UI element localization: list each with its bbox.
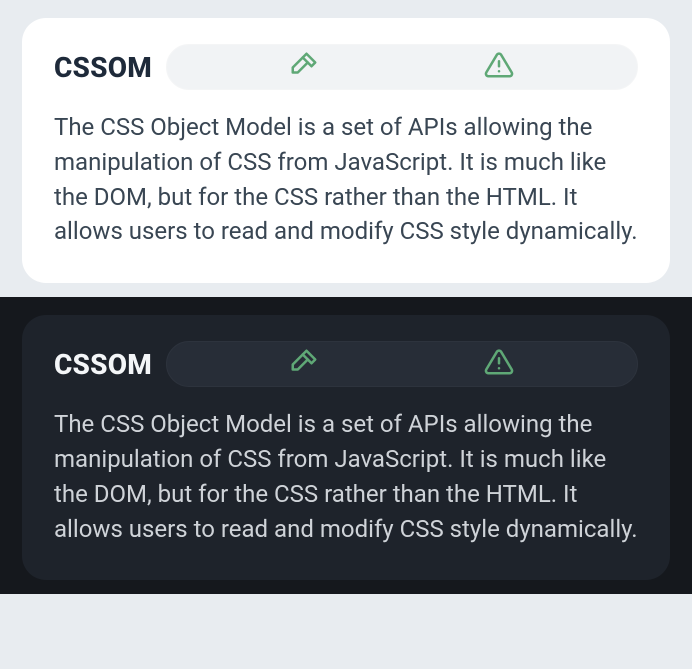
status-pill xyxy=(166,341,638,387)
card-header: CSSOM xyxy=(54,44,638,90)
light-section: CSSOM The CSS Object Model is a xyxy=(0,0,692,297)
card-dark: CSSOM The CSS Object Model is a xyxy=(22,315,670,580)
warning-icon xyxy=(484,347,514,381)
card-title: CSSOM xyxy=(54,51,152,84)
card-body: The CSS Object Model is a set of APIs al… xyxy=(54,407,638,546)
card-header: CSSOM xyxy=(54,341,638,387)
card-body: The CSS Object Model is a set of APIs al… xyxy=(54,110,638,249)
dark-section: CSSOM The CSS Object Model is a xyxy=(0,297,692,594)
hammer-icon xyxy=(289,50,319,84)
card-title: CSSOM xyxy=(54,348,152,381)
status-pill xyxy=(166,44,638,90)
hammer-icon xyxy=(289,347,319,381)
card-light: CSSOM The CSS Object Model is a xyxy=(22,18,670,283)
warning-icon xyxy=(484,50,514,84)
